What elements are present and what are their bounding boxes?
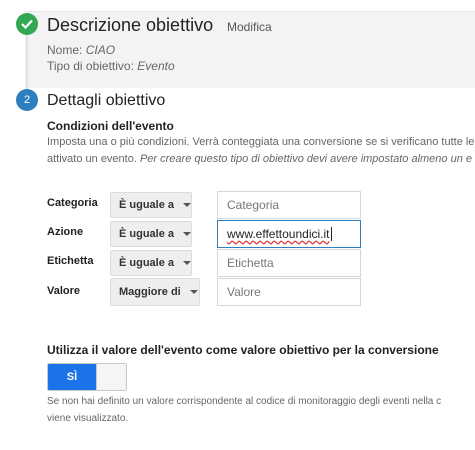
condition-label-label: Etichetta <box>47 255 94 267</box>
step-connector-line <box>26 35 28 89</box>
goal-name-line: Nome: CIAO <box>47 43 115 57</box>
conditions-description-line1: Imposta una o più condizioni. Verrà cont… <box>47 136 475 148</box>
operator-value: È uguale a <box>119 228 175 240</box>
event-value-help-line2: viene visualizzato. <box>47 413 129 424</box>
goal-name-value: CIAO <box>85 43 116 57</box>
conditions-description-line2: attivato un evento. Per creare questo ti… <box>47 153 472 165</box>
condition-operator-category[interactable]: È uguale a <box>110 192 192 218</box>
caret-down-icon <box>183 203 192 207</box>
caret-down-icon <box>189 290 198 294</box>
goal-type-line: Tipo di obiettivo: Evento <box>47 59 175 73</box>
step2-title: Dettagli obiettivo <box>47 92 166 109</box>
input-placeholder: Etichetta <box>227 256 274 270</box>
input-value: www.effettoundici.it <box>227 227 330 241</box>
goal-type-label: Tipo di obiettivo: <box>47 59 134 73</box>
caret-down-icon <box>183 261 192 265</box>
use-event-value-toggle[interactable]: SÌ <box>47 363 127 391</box>
event-conditions-title: Condizioni dell'evento <box>47 119 174 133</box>
input-placeholder: Valore <box>227 285 261 299</box>
condition-label-value: Valore <box>47 285 81 297</box>
condition-operator-label[interactable]: È uguale a <box>110 250 192 276</box>
goal-name-label: Nome: <box>47 43 83 57</box>
edit-link[interactable]: Modifica <box>227 20 272 34</box>
goal-type-value: Evento <box>137 59 175 73</box>
condition-operator-value[interactable]: Maggiore di <box>110 278 200 306</box>
condition-input-label[interactable]: Etichetta <box>217 249 361 277</box>
text-cursor <box>330 227 332 241</box>
check-icon <box>21 19 33 29</box>
conditions-description-italic: Per creare questo tipo di obiettivo devi… <box>139 153 472 165</box>
operator-value: È uguale a <box>119 257 175 269</box>
condition-label-category: Categoria <box>47 197 98 209</box>
conditions-description-plain: attivato un evento. <box>47 153 137 165</box>
condition-operator-action[interactable]: È uguale a <box>110 221 192 247</box>
caret-down-icon <box>183 232 192 236</box>
step1-title: Descrizione obiettivo <box>47 15 214 35</box>
operator-value: È uguale a <box>119 199 175 211</box>
step1-status <box>16 13 38 35</box>
operator-value: Maggiore di <box>119 286 181 298</box>
use-event-value-title: Utilizza il valore dell'evento come valo… <box>47 343 439 357</box>
toggle-knob[interactable] <box>96 364 126 390</box>
condition-label-action: Azione <box>47 226 84 238</box>
condition-input-category[interactable]: Categoria <box>217 191 361 219</box>
step2-number-badge: 2 <box>16 89 38 111</box>
toggle-on-label: SÌ <box>48 364 96 390</box>
condition-input-value[interactable]: Valore <box>217 278 361 306</box>
input-placeholder: Categoria <box>227 198 280 212</box>
condition-input-action[interactable]: www.effettoundici.it <box>217 220 361 248</box>
event-value-help-line1: Se non hai definito un valore corrispond… <box>47 396 442 407</box>
